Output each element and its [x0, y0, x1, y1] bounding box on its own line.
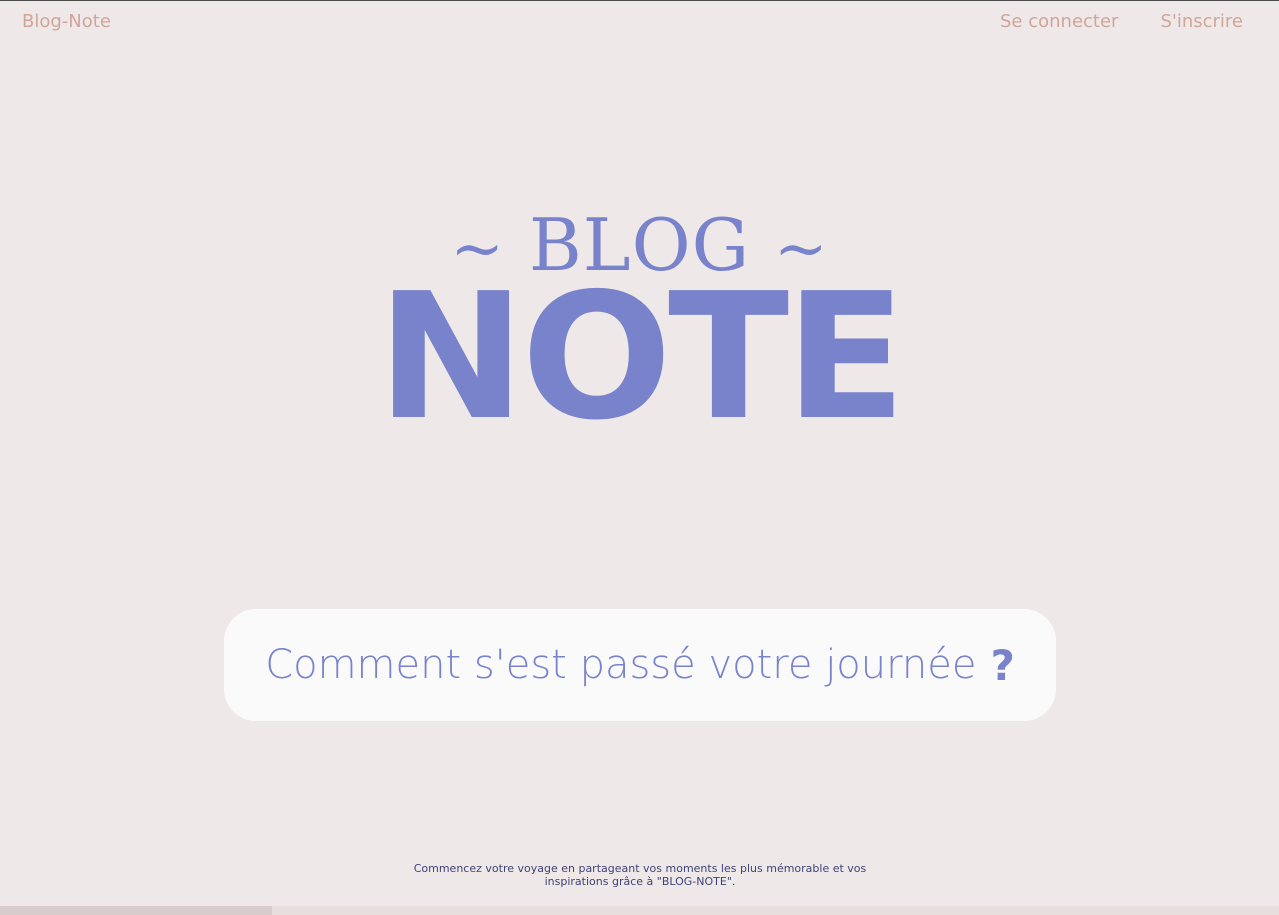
- brand-link[interactable]: Blog-Note: [22, 11, 111, 32]
- question-mark-icon: ?: [990, 640, 1015, 690]
- top-nav: Se connecter S'inscrire: [1000, 11, 1243, 32]
- horizontal-scrollbar[interactable]: [0, 906, 1279, 915]
- footer-tagline: Commencez votre voyage en partageant vos…: [413, 862, 867, 888]
- journal-prompt-text: Comment s'est passé votre journée: [265, 642, 977, 688]
- journal-prompt-button[interactable]: Comment s'est passé votre journée ?: [224, 609, 1056, 721]
- login-link[interactable]: Se connecter: [1000, 11, 1118, 32]
- logo-note-word: NOTE: [376, 256, 906, 459]
- window-top-border: [0, 0, 1279, 1]
- scrollbar-thumb[interactable]: [0, 906, 272, 915]
- signup-link[interactable]: S'inscrire: [1160, 11, 1243, 32]
